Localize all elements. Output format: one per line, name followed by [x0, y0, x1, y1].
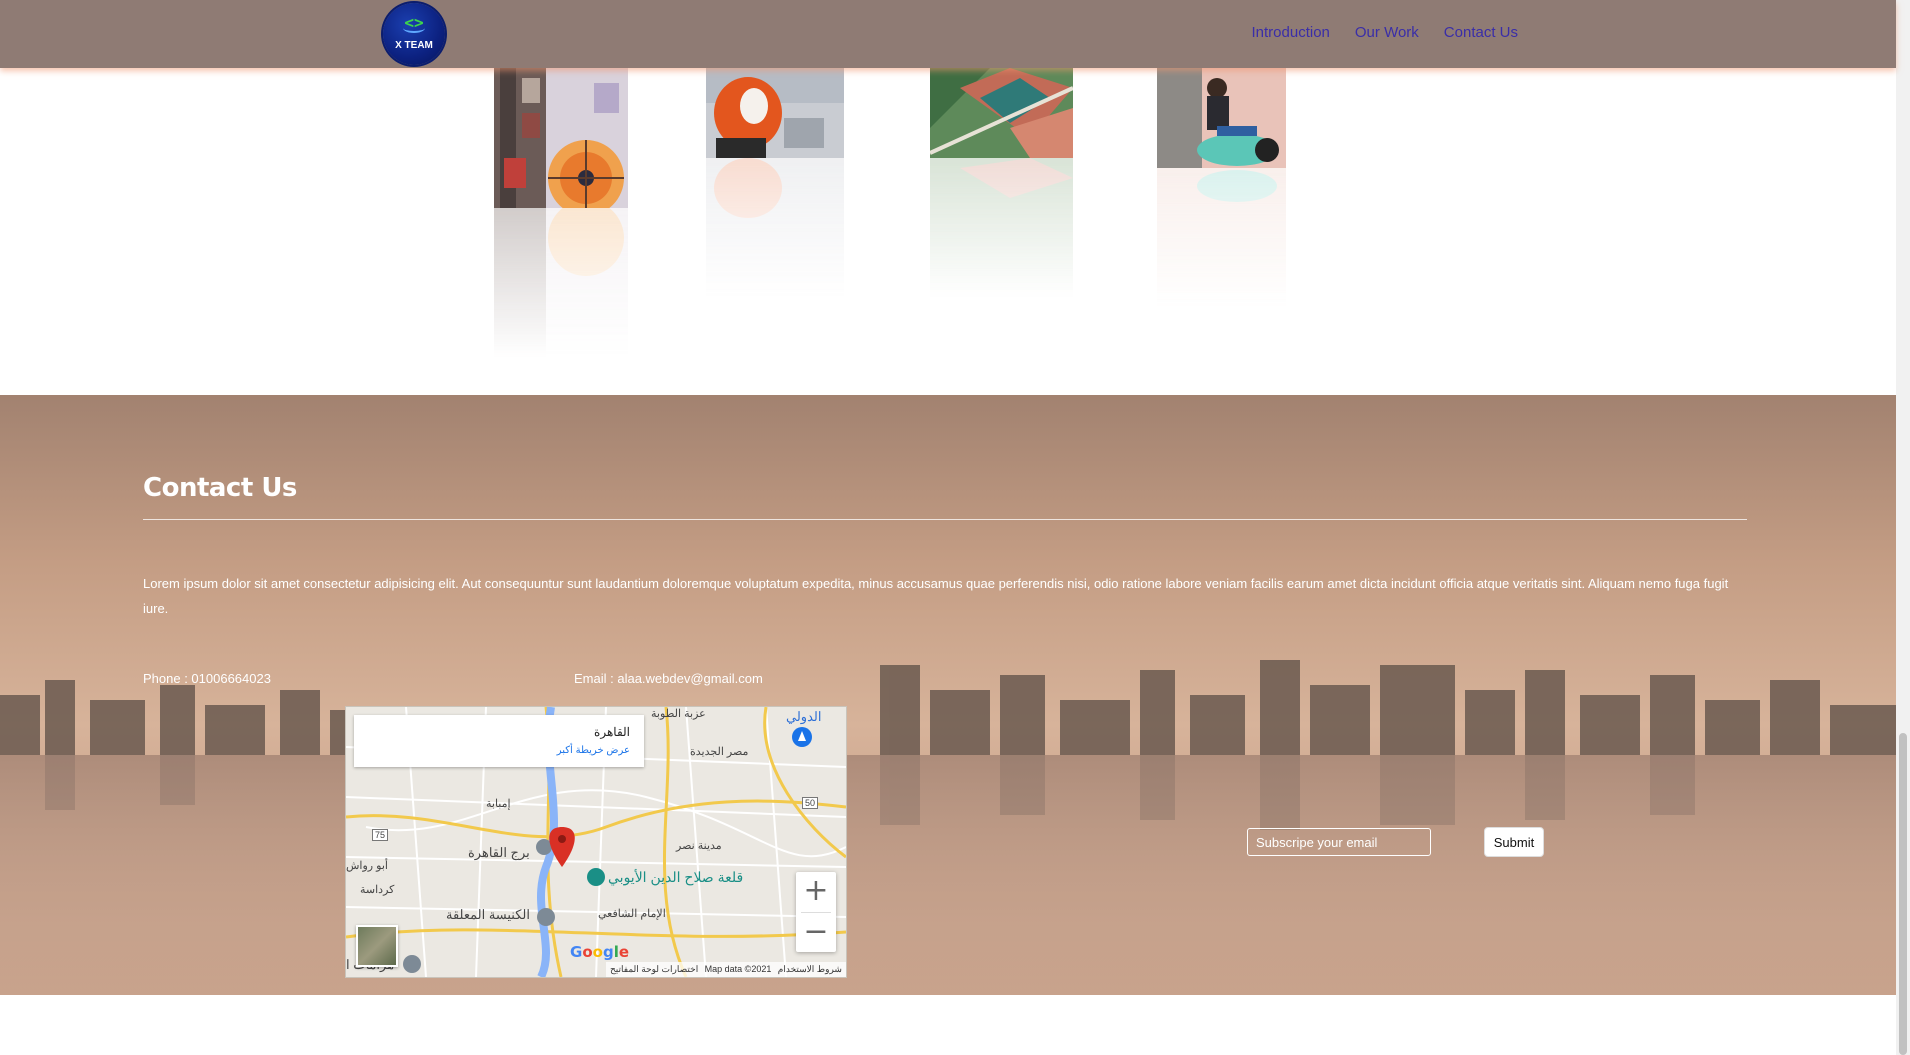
map-label: إمبابة — [486, 798, 511, 810]
map-label: كرداسة — [360, 884, 395, 896]
rider-photo — [1157, 68, 1286, 168]
map-route-badge: 75 — [372, 829, 389, 841]
subscribe-email-input[interactable] — [1247, 828, 1431, 856]
terms-link[interactable]: شروط الاستخدام — [778, 962, 842, 977]
contact-paragraph: Lorem ipsum dolor sit amet consectetur a… — [143, 576, 1729, 616]
zoom-in-button[interactable]: + — [796, 872, 836, 912]
rooftop-aerial-photo — [930, 68, 1073, 158]
map-label: الدولي — [786, 709, 822, 724]
page-scrollbar[interactable] — [1896, 0, 1910, 1055]
contact-title: Contact Us — [143, 473, 297, 503]
divider — [143, 519, 1747, 520]
google-logo: Google — [570, 943, 630, 961]
map-label: برج القاهرة — [468, 845, 530, 860]
map-data-credit: Map data ©2021 — [704, 964, 772, 974]
ferris-wheel-reflection — [494, 208, 628, 358]
email-address: Email : alaa.webdev@gmail.com — [574, 671, 763, 686]
map-place-name: القاهرة — [594, 725, 630, 739]
satellite-toggle[interactable] — [356, 925, 398, 967]
top-navbar: <> X TEAM Introduction Our Work Contact … — [0, 0, 1896, 68]
nav-link-contact-us[interactable]: Contact Us — [1444, 24, 1518, 41]
map-label: عزبة الطوبة — [651, 708, 706, 720]
nav-link-our-work[interactable]: Our Work — [1355, 24, 1419, 41]
map-label: مصر الجديدة — [690, 746, 749, 758]
map-label: أبو رواش — [346, 860, 388, 872]
map-route-badge: 50 — [802, 797, 819, 809]
contact-section: Contact Us Lorem ipsum dolor sit amet co… — [0, 395, 1896, 995]
view-larger-map-link[interactable]: عرض خريطة أكبر — [557, 745, 630, 756]
scooter-reflection — [706, 158, 844, 298]
map-label: الإمام الشافعي — [598, 908, 666, 920]
nav-link-introduction[interactable]: Introduction — [1252, 24, 1330, 41]
map-info-card: القاهرة عرض خريطة أكبر — [354, 715, 644, 767]
map-label: قلعة صلاح الدين الأيوبي — [608, 869, 744, 885]
keyboard-shortcuts-link[interactable]: اختصارات لوحة المفاتيح — [610, 962, 698, 977]
map-footer: اختصارات لوحة المفاتيح Map data ©2021 شر… — [606, 962, 846, 977]
city-skyline-background — [0, 660, 1896, 995]
scrollbar-thumb[interactable] — [1899, 733, 1907, 1055]
xteam-logo[interactable]: <> X TEAM — [383, 3, 445, 65]
scooter-photo — [706, 68, 844, 158]
phone-number: Phone : 01006664023 — [143, 671, 271, 686]
map-label: مدينة نصر — [676, 840, 722, 852]
nav-links: Introduction Our Work Contact Us — [1252, 24, 1519, 41]
logo-wave — [403, 23, 425, 33]
zoom-out-button[interactable]: − — [796, 913, 836, 953]
submit-button[interactable]: Submit — [1484, 827, 1544, 857]
rooftop-aerial-reflection — [930, 158, 1073, 298]
map-label: الكنيسة المعلقة — [446, 907, 530, 922]
ferris-wheel-photo — [494, 68, 628, 208]
google-map[interactable]: عزبة الطوبة الدولي مصر الجديدة إمبابة بر… — [345, 706, 847, 978]
logo-text: X TEAM — [395, 40, 433, 51]
zoom-controls: + − — [796, 872, 836, 952]
rider-reflection — [1157, 168, 1286, 308]
